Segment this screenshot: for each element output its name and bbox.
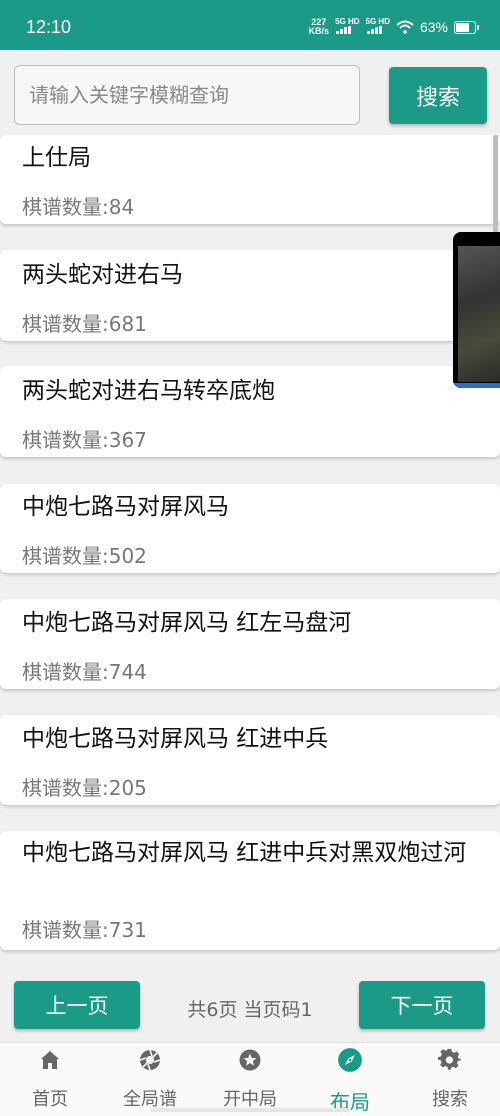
home-indicator — [150, 1108, 350, 1112]
scrollbar[interactable] — [493, 135, 498, 235]
list-item-count: 棋谱数量:744 — [22, 660, 147, 684]
next-page-button[interactable]: 下一页 — [359, 981, 485, 1029]
video-progress-bar — [453, 383, 500, 388]
list-item-title: 中炮七路马对屏风马 红进中兵 — [22, 726, 329, 752]
tab-label: 搜索 — [432, 1089, 468, 1110]
video-thumbnail — [458, 246, 500, 382]
list-item-count: 棋谱数量:205 — [22, 776, 147, 800]
list-item[interactable]: 中炮七路马对屏风马 红进中兵 棋谱数量:205 — [0, 715, 500, 805]
signal-icon: 5G HD — [366, 18, 390, 36]
list-item[interactable]: 中炮七路马对屏风马 红进中兵对黑双炮过河 棋谱数量:731 — [0, 831, 500, 950]
battery-percent: 63% — [419, 19, 448, 35]
list-item[interactable]: 两头蛇对进右马转卒底炮 棋谱数量:367 — [0, 366, 500, 457]
tab-layout[interactable]: 布局 — [300, 1043, 400, 1116]
search-input[interactable] — [14, 65, 360, 125]
status-time: 12:10 — [26, 17, 72, 37]
gear-icon — [438, 1048, 461, 1070]
status-indicators: 227 KB/s 5G HD 5G HD 63% — [308, 17, 479, 36]
tab-home[interactable]: 首页 — [0, 1043, 100, 1116]
list-item-title: 两头蛇对进右马 — [22, 262, 183, 288]
list-item[interactable]: 两头蛇对进右马 棋谱数量:681 — [0, 250, 500, 341]
opening-list[interactable]: 上仕局 棋谱数量:84 两头蛇对进右马 棋谱数量:681 两头蛇对进右马转卒底炮… — [0, 135, 500, 978]
pager: 上一页 共6页 当页码1 下一页 — [0, 978, 500, 1042]
list-item[interactable]: 中炮七路马对屏风马 红左马盘河 棋谱数量:744 — [0, 599, 500, 689]
wifi-icon — [396, 20, 414, 34]
list-item-count: 棋谱数量:731 — [22, 918, 147, 942]
star-icon — [239, 1049, 261, 1071]
list-item-title: 中炮七路马对屏风马 红左马盘河 — [22, 610, 352, 636]
floating-video-window[interactable] — [453, 232, 500, 388]
list-item-title: 中炮七路马对屏风马 红进中兵对黑双炮过河 — [22, 840, 467, 866]
list-item[interactable]: 中炮七路马对屏风马 棋谱数量:502 — [0, 484, 500, 573]
home-icon — [41, 1051, 59, 1069]
list-item-title: 中炮七路马对屏风马 — [22, 494, 229, 520]
list-item-count: 棋谱数量:681 — [22, 312, 147, 336]
search-row: 搜索 — [0, 50, 500, 135]
list-item[interactable]: 上仕局 棋谱数量:84 — [0, 135, 500, 224]
search-button[interactable]: 搜索 — [389, 67, 487, 124]
status-bar: 12:10 227 KB/s 5G HD 5G HD 63% — [0, 0, 500, 50]
tab-label: 首页 — [32, 1089, 68, 1110]
bottom-tab-bar: 首页 全局谱 开中局 布局 搜索 — [0, 1042, 500, 1116]
network-speed: 227 KB/s — [308, 17, 330, 36]
list-item-title: 两头蛇对进右马转卒底炮 — [22, 378, 275, 404]
aperture-icon — [139, 1049, 161, 1071]
prev-page-button[interactable]: 上一页 — [14, 981, 140, 1029]
list-item-count: 棋谱数量:502 — [22, 544, 147, 568]
list-item-title: 上仕局 — [22, 145, 91, 171]
tab-search[interactable]: 搜索 — [400, 1043, 500, 1116]
signal-icon: 5G HD — [335, 18, 360, 36]
battery-icon — [454, 20, 479, 34]
list-item-count: 棋谱数量:84 — [22, 195, 135, 219]
list-item-count: 棋谱数量:367 — [22, 428, 147, 452]
tab-opening-middle[interactable]: 开中局 — [200, 1043, 300, 1116]
page-info: 共6页 当页码1 — [187, 999, 313, 1021]
tab-full-game[interactable]: 全局谱 — [100, 1043, 200, 1116]
compass-icon — [338, 1048, 362, 1072]
